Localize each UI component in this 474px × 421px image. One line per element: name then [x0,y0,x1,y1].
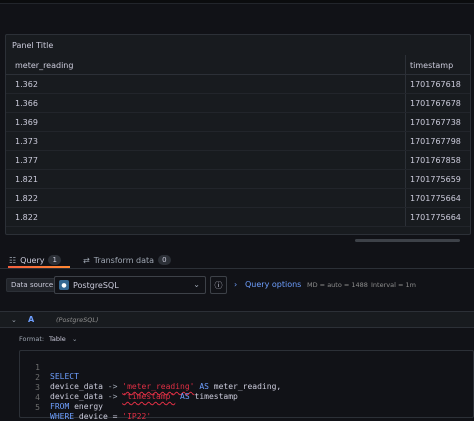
code-line[interactable]: 4 FROM energy [20,384,474,411]
interval-info: Interval = 1m [371,281,416,289]
table-row: 1.369 1701767738 [6,113,470,132]
chevron-down-icon[interactable]: ⌄ [11,316,17,324]
table-row: 1.377 1701767858 [6,151,470,170]
cell-timestamp: 1701767738 [410,118,461,127]
cell-timestamp: 1701767798 [410,137,461,146]
cell-timestamp: 1701775664 [410,213,461,222]
top-toolbar [0,0,474,4]
cell-timestamp: 1701767618 [410,80,461,89]
panel-title[interactable]: Panel Title [12,41,53,50]
chevron-down-icon[interactable]: ⌄ [72,335,77,343]
cell-meter-reading: 1.377 [15,156,38,165]
sql-identifier: device = [74,412,123,421]
query-options-button[interactable]: Query options [245,280,301,289]
code-line[interactable]: 5 WHERE device = 'IP22' [20,394,474,421]
cell-meter-reading: 1.822 [15,213,38,222]
sql-code-editor[interactable]: 1 SELECT 2 device_data -> 'meter_reading… [19,350,474,421]
table-row: 1.373 1701767798 [6,132,470,151]
transform-icon: ⇄ [83,255,90,265]
cell-timestamp: 1701775664 [410,194,461,203]
query-datasource-hint: (PostgreSQL) [56,316,99,324]
code-line[interactable]: 3 device_data -> 'timestamp' AS timestam… [20,374,474,401]
sql-string: 'IP22' [122,412,152,421]
help-button[interactable]: ⓘ [210,276,227,294]
query-name[interactable]: A [28,315,34,324]
table-header: meter_reading timestamp [6,55,470,75]
database-icon: ☷ [9,255,17,265]
transform-count-badge: 0 [158,255,171,265]
chevron-down-icon: ⌄ [193,280,200,289]
max-data-points-info: MD = auto = 1488 [307,281,368,289]
format-label: Format: [19,335,45,343]
query-tabs: ☷ Query 1 ⇄ Transform data 0 [0,249,474,269]
table-panel: Panel Title meter_reading timestamp 1.36… [5,34,471,235]
cell-meter-reading: 1.366 [15,99,38,108]
data-source-selected: PostgreSQL [73,280,119,290]
cell-timestamp: 1701775659 [410,175,461,184]
table-row: 1.366 1701767678 [6,94,470,113]
tab-transform-data[interactable]: ⇄ Transform data 0 [83,252,171,268]
data-source-label: Data source [6,278,59,292]
question-circle-icon: ⓘ [214,280,223,290]
column-header-timestamp[interactable]: timestamp [410,61,453,70]
cell-timestamp: 1701767858 [410,156,461,165]
cell-meter-reading: 1.369 [15,118,38,127]
query-row-header[interactable]: ⌄ A (PostgreSQL) [0,311,474,328]
chevron-right-icon[interactable]: › [234,280,237,289]
tab-transform-label: Transform data [93,255,155,265]
format-select[interactable]: Table [49,335,66,343]
horizontal-scrollbar[interactable] [355,239,460,242]
cell-meter-reading: 1.822 [15,194,38,203]
table-row: 1.362 1701767618 [6,75,470,94]
line-number: 5 [35,403,40,412]
cell-meter-reading: 1.373 [15,137,38,146]
code-line[interactable]: 1 SELECT [20,354,474,381]
postgresql-icon: ● [59,280,69,290]
table-row: 1.821 1701775659 [6,170,470,189]
cell-timestamp: 1701767678 [410,99,461,108]
query-count-badge: 1 [48,255,61,265]
column-header-meter-reading[interactable]: meter_reading [15,61,73,70]
cell-meter-reading: 1.362 [15,80,38,89]
tab-query-label: Query [20,255,45,265]
cell-meter-reading: 1.821 [15,175,38,184]
table-row: 1.822 1701775664 [6,208,470,227]
sql-keyword: WHERE [50,412,75,421]
active-tab-indicator [8,266,70,268]
code-line[interactable]: 2 device_data -> 'meter_reading' AS mete… [20,364,474,391]
data-source-picker[interactable]: ● PostgreSQL ⌄ [54,276,206,294]
table-row: 1.822 1701775664 [6,189,470,208]
